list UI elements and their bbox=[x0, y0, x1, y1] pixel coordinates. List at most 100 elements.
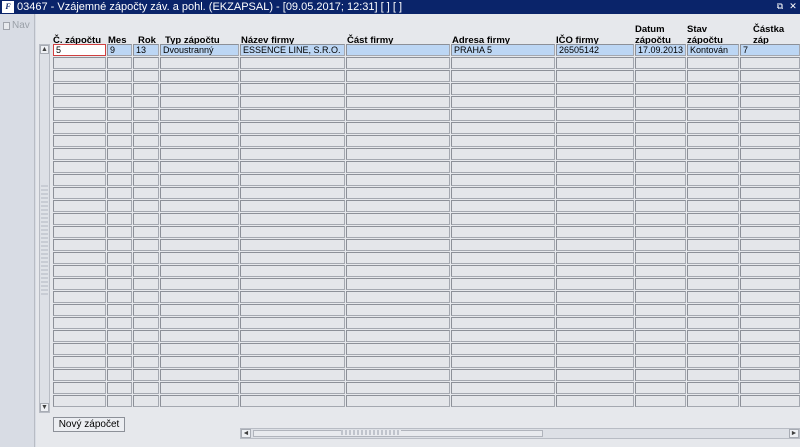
table-cell[interactable] bbox=[687, 369, 739, 381]
table-cell[interactable] bbox=[451, 213, 555, 225]
table-cell[interactable] bbox=[53, 382, 106, 394]
table-cell[interactable] bbox=[556, 57, 634, 69]
table-cell[interactable] bbox=[107, 317, 132, 329]
table-cell[interactable] bbox=[635, 304, 686, 316]
table-cell[interactable] bbox=[687, 122, 739, 134]
table-cell[interactable] bbox=[346, 252, 450, 264]
table-cell[interactable] bbox=[133, 213, 159, 225]
table-cell[interactable] bbox=[53, 369, 106, 381]
table-cell[interactable] bbox=[687, 135, 739, 147]
table-cell[interactable] bbox=[133, 148, 159, 160]
table-cell[interactable] bbox=[107, 395, 132, 407]
table-cell[interactable] bbox=[346, 317, 450, 329]
table-cell[interactable] bbox=[133, 83, 159, 95]
table-cell[interactable] bbox=[451, 369, 555, 381]
table-cell[interactable] bbox=[740, 304, 800, 316]
table-cell[interactable] bbox=[107, 226, 132, 238]
table-cell[interactable] bbox=[107, 148, 132, 160]
table-cell[interactable] bbox=[160, 161, 239, 173]
table-cell[interactable] bbox=[240, 265, 345, 277]
table-cell[interactable] bbox=[635, 161, 686, 173]
table-cell[interactable] bbox=[53, 83, 106, 95]
table-cell[interactable] bbox=[687, 291, 739, 303]
table-cell[interactable] bbox=[451, 174, 555, 186]
table-cell[interactable] bbox=[107, 356, 132, 368]
scroll-down-icon[interactable]: ▼ bbox=[40, 403, 49, 412]
table-cell[interactable] bbox=[740, 395, 800, 407]
table-cell[interactable] bbox=[53, 239, 106, 251]
table-cell[interactable]: ESSENCE LINE, S.R.O. bbox=[240, 44, 345, 56]
table-cell[interactable]: 9 bbox=[107, 44, 132, 56]
table-cell[interactable] bbox=[346, 395, 450, 407]
table-cell[interactable] bbox=[556, 174, 634, 186]
table-cell[interactable] bbox=[451, 83, 555, 95]
table-cell[interactable] bbox=[53, 278, 106, 290]
table-cell[interactable] bbox=[451, 148, 555, 160]
table-cell[interactable] bbox=[556, 148, 634, 160]
table-cell[interactable] bbox=[160, 200, 239, 212]
table-cell[interactable] bbox=[160, 57, 239, 69]
table-cell[interactable] bbox=[53, 148, 106, 160]
table-cell[interactable] bbox=[740, 161, 800, 173]
table-cell[interactable] bbox=[133, 278, 159, 290]
table-cell[interactable] bbox=[133, 96, 159, 108]
table-cell[interactable] bbox=[451, 317, 555, 329]
table-cell[interactable] bbox=[133, 343, 159, 355]
table-cell[interactable] bbox=[635, 291, 686, 303]
scroll-grip[interactable] bbox=[41, 185, 48, 295]
table-cell[interactable] bbox=[346, 343, 450, 355]
table-cell[interactable] bbox=[240, 330, 345, 342]
table-cell[interactable] bbox=[53, 200, 106, 212]
table-cell[interactable] bbox=[346, 382, 450, 394]
table-cell[interactable] bbox=[133, 226, 159, 238]
table-cell[interactable] bbox=[635, 382, 686, 394]
table-cell[interactable] bbox=[107, 330, 132, 342]
table-cell[interactable] bbox=[740, 135, 800, 147]
table-cell[interactable] bbox=[346, 291, 450, 303]
table-cell[interactable] bbox=[346, 148, 450, 160]
table-cell[interactable] bbox=[687, 57, 739, 69]
table-cell[interactable] bbox=[346, 44, 450, 56]
column-header[interactable]: Částka záp bbox=[753, 24, 800, 46]
table-cell[interactable] bbox=[740, 265, 800, 277]
table-cell[interactable] bbox=[687, 187, 739, 199]
table-cell[interactable]: Kontován bbox=[687, 44, 739, 56]
table-cell[interactable] bbox=[240, 200, 345, 212]
table-cell[interactable] bbox=[687, 83, 739, 95]
table-cell[interactable] bbox=[240, 174, 345, 186]
table-cell[interactable] bbox=[556, 369, 634, 381]
table-cell[interactable] bbox=[635, 187, 686, 199]
table-cell[interactable] bbox=[346, 330, 450, 342]
table-cell[interactable] bbox=[740, 317, 800, 329]
table-cell[interactable] bbox=[346, 213, 450, 225]
table-cell[interactable] bbox=[133, 57, 159, 69]
table-cell[interactable] bbox=[556, 213, 634, 225]
table-cell[interactable] bbox=[740, 330, 800, 342]
table-cell[interactable] bbox=[53, 252, 106, 264]
table-cell[interactable] bbox=[133, 109, 159, 121]
table-cell[interactable] bbox=[160, 70, 239, 82]
table-cell[interactable] bbox=[556, 226, 634, 238]
table-cell[interactable] bbox=[53, 317, 106, 329]
table-cell[interactable] bbox=[133, 395, 159, 407]
table-cell[interactable] bbox=[556, 239, 634, 251]
table-cell[interactable] bbox=[160, 252, 239, 264]
table-cell[interactable] bbox=[635, 265, 686, 277]
table-cell[interactable] bbox=[107, 382, 132, 394]
table-cell[interactable] bbox=[687, 265, 739, 277]
table-cell[interactable] bbox=[451, 304, 555, 316]
table-cell[interactable] bbox=[556, 395, 634, 407]
table-cell[interactable] bbox=[107, 304, 132, 316]
table-cell[interactable] bbox=[556, 200, 634, 212]
table-cell[interactable] bbox=[346, 200, 450, 212]
table-cell[interactable] bbox=[346, 70, 450, 82]
table-cell[interactable] bbox=[451, 291, 555, 303]
table-cell[interactable] bbox=[740, 187, 800, 199]
table-cell[interactable] bbox=[635, 57, 686, 69]
table-cell[interactable] bbox=[107, 265, 132, 277]
table-cell[interactable] bbox=[687, 200, 739, 212]
table-cell[interactable] bbox=[160, 226, 239, 238]
table-cell[interactable] bbox=[160, 213, 239, 225]
table-cell[interactable] bbox=[240, 161, 345, 173]
table-cell[interactable] bbox=[53, 291, 106, 303]
